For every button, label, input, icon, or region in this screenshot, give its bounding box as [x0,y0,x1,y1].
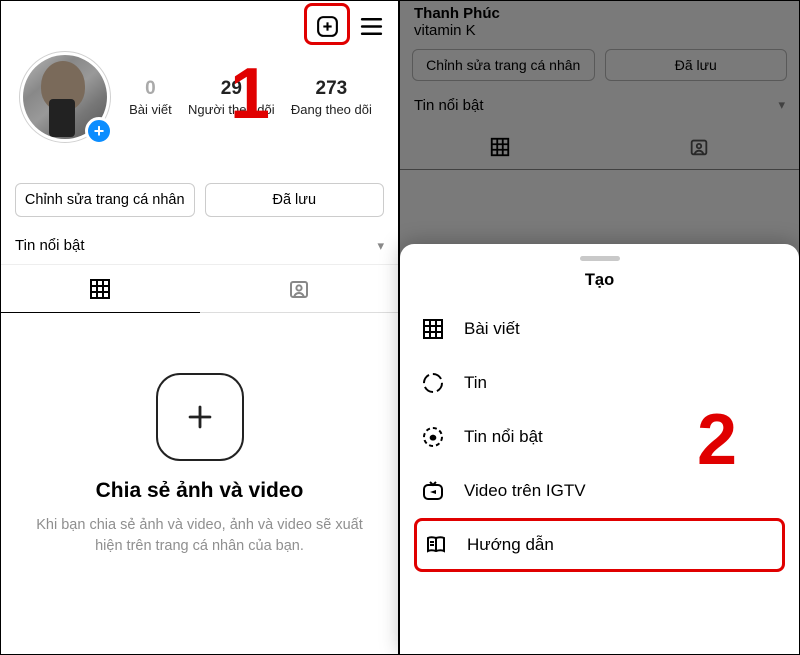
chevron-down-icon: ▾ [377,238,384,254]
stat-posts-count: 0 [129,78,172,100]
sheet-title: Tạo [400,271,799,290]
igtv-icon [420,478,446,504]
profile-header: + 0 Bài viết 29 Người theo dõi 273 Đang … [1,45,398,153]
empty-title: Chia sẻ ảnh và video [25,479,374,503]
tab-tagged[interactable] [200,265,399,313]
profile-tabs [1,265,398,313]
tab-grid[interactable] [1,265,200,313]
story-icon [420,370,446,396]
annotation-step-1: 1 [230,53,270,135]
avatar[interactable]: + [19,51,111,143]
stat-posts[interactable]: 0 Bài viết [129,78,172,117]
sheet-drag-handle[interactable] [580,256,620,261]
sheet-list: Bài viết Tin Tin nổi bật [400,302,799,572]
stat-posts-label: Bài viết [129,102,172,117]
empty-subtitle: Khi bạn chia sẻ ảnh và video, ảnh và vid… [25,515,374,557]
create-sheet-screen: Thanh Phúc vitamin K Chỉnh sửa trang cá … [400,1,799,654]
create-button[interactable] [314,13,340,39]
hamburger-menu-icon[interactable] [358,13,384,39]
empty-add-icon[interactable] [156,373,244,461]
empty-state: Chia sẻ ảnh và video Khi bạn chia sẻ ảnh… [1,313,398,557]
highlights-label: Tin nổi bật [15,237,85,254]
stat-following-label: Đang theo dõi [291,102,372,117]
annotation-step-2: 2 [697,399,737,481]
grid-icon [420,316,446,342]
guide-icon [423,532,449,558]
edit-profile-button[interactable]: Chỉnh sửa trang cá nhân [15,183,195,217]
sheet-item-guide[interactable]: Hướng dẫn [414,518,785,572]
create-bottom-sheet: Tạo Bài viết Tin [400,244,799,654]
profile-screen: + 0 Bài viết 29 Người theo dõi 273 Đang … [1,1,400,654]
stat-following[interactable]: 273 Đang theo dõi [291,78,372,117]
sheet-item-label: Tin nổi bật [464,427,543,447]
add-story-icon[interactable]: + [85,117,113,145]
sheet-item-post[interactable]: Bài viết [414,302,785,356]
stat-following-count: 273 [291,78,372,100]
profile-action-buttons: Chỉnh sửa trang cá nhân Đã lưu [1,153,398,229]
highlights-row[interactable]: Tin nổi bật ▾ [1,229,398,265]
saved-button[interactable]: Đã lưu [205,183,385,217]
sheet-item-label: Hướng dẫn [467,535,554,555]
highlight-icon [420,424,446,450]
top-bar [1,1,398,45]
sheet-item-label: Bài viết [464,319,520,339]
sheet-item-label: Video trên IGTV [464,481,586,501]
sheet-item-label: Tin [464,373,487,393]
